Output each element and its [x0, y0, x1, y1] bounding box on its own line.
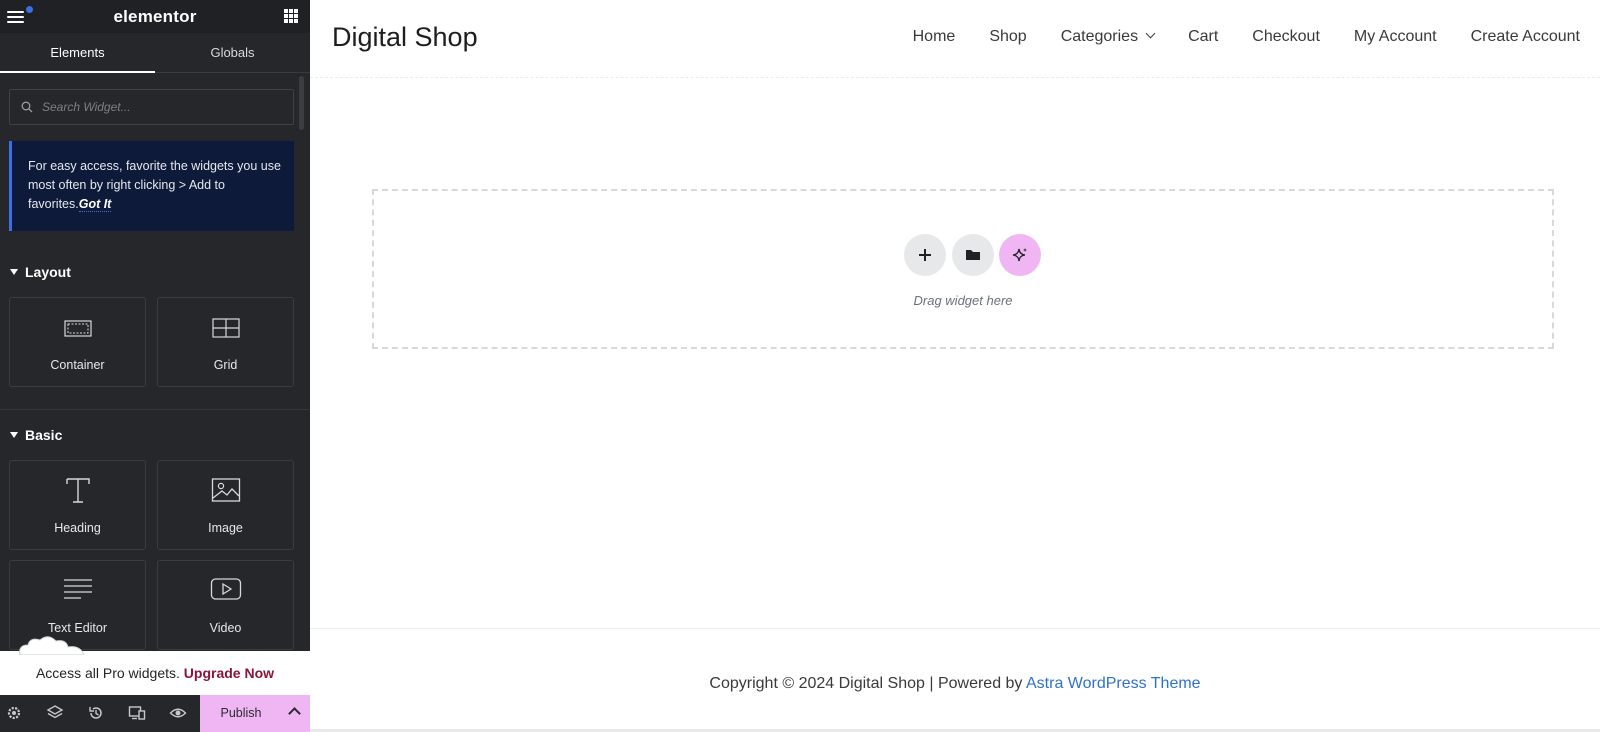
widget-heading-label: Heading [54, 521, 101, 535]
site-footer: Copyright © 2024 Digital Shop | Powered … [310, 628, 1600, 732]
nav-checkout[interactable]: Checkout [1252, 28, 1320, 46]
tab-elements[interactable]: Elements [0, 33, 155, 73]
responsive-icon[interactable] [128, 704, 146, 722]
history-icon[interactable] [87, 704, 105, 722]
nav-my-account[interactable]: My Account [1354, 28, 1437, 46]
cloud-icon [19, 636, 85, 655]
section-layout-toggle[interactable]: Layout [10, 264, 71, 280]
sparkle-icon [1012, 248, 1027, 262]
preview-canvas: Digital Shop Home Shop Categories Cart C… [310, 0, 1600, 732]
search-widget-box [9, 89, 294, 125]
panel-tabs: Elements Globals [0, 33, 310, 73]
elementor-editor: elementor Elements Globals For easy acce… [0, 0, 1600, 732]
section-basic-title: Basic [25, 427, 63, 443]
plus-icon [919, 249, 931, 261]
widget-container-label: Container [50, 358, 105, 372]
got-it-link[interactable]: Got It [78, 197, 112, 212]
widget-grid-label: Grid [213, 358, 238, 372]
chevron-up-icon [288, 707, 301, 720]
search-icon [21, 101, 33, 113]
tab-globals[interactable]: Globals [155, 33, 310, 73]
panel-header: elementor [0, 0, 310, 33]
add-template-button[interactable] [952, 234, 994, 276]
section-layout-title: Layout [25, 264, 71, 280]
caret-down-icon [10, 269, 18, 275]
site-nav: Home Shop Categories Cart Checkout My Ac… [879, 28, 1580, 46]
panel-scrollbar[interactable] [299, 76, 304, 130]
add-section-button[interactable] [904, 234, 946, 276]
nav-categories-label: Categories [1060, 28, 1139, 45]
widget-heading[interactable]: Heading [9, 460, 146, 550]
widget-text-editor-label: Text Editor [47, 621, 108, 635]
publish-options-button[interactable] [282, 695, 310, 732]
preview-icon[interactable] [169, 704, 187, 722]
search-widget-input[interactable] [42, 90, 287, 124]
video-icon [210, 578, 241, 600]
section-divider [0, 409, 310, 410]
heading-icon [65, 478, 90, 503]
publish-button[interactable]: Publish [200, 695, 282, 732]
site-header: Digital Shop Home Shop Categories Cart C… [310, 0, 1600, 78]
folder-icon [966, 250, 980, 260]
ai-generate-button[interactable] [999, 234, 1041, 276]
text-editor-icon [63, 579, 92, 599]
container-icon [63, 320, 92, 337]
nav-create-account[interactable]: Create Account [1471, 28, 1580, 46]
layers-icon[interactable] [46, 704, 64, 722]
widget-image[interactable]: Image [157, 460, 294, 550]
nav-home[interactable]: Home [913, 28, 956, 46]
footer-copyright-text: Copyright © 2024 Digital Shop | Powered … [709, 675, 1026, 692]
empty-section-dropzone[interactable]: Drag widget here [372, 189, 1554, 349]
upgrade-now-link[interactable]: Upgrade Now [184, 665, 274, 681]
nav-shop[interactable]: Shop [989, 28, 1026, 46]
pro-widgets-message: Access all Pro widgets. [35, 665, 180, 681]
site-title[interactable]: Digital Shop [332, 22, 478, 53]
nav-categories[interactable]: Categories [1060, 28, 1156, 46]
section-basic-toggle[interactable]: Basic [10, 427, 62, 443]
astra-theme-link[interactable]: Astra WordPress Theme [1026, 675, 1201, 692]
panel-footer: Publish [0, 695, 310, 732]
caret-down-icon [10, 432, 18, 438]
widget-image-label: Image [208, 521, 243, 535]
settings-icon[interactable] [5, 704, 23, 722]
widget-video-label: Video [209, 621, 242, 635]
grid-icon [211, 318, 240, 338]
favorites-tip: For easy access, favorite the widgets yo… [9, 141, 294, 231]
elementor-logo: elementor [113, 7, 197, 26]
image-icon [211, 478, 240, 502]
widget-container[interactable]: Container [9, 297, 146, 387]
widget-grid[interactable]: Grid [157, 297, 294, 387]
footer-copyright: Copyright © 2024 Digital Shop | Powered … [310, 675, 1600, 693]
apps-grid-icon[interactable] [284, 9, 298, 23]
pro-widgets-text: Access all Pro widgets. Upgrade Now [0, 665, 310, 681]
pro-widgets-bar: Access all Pro widgets. Upgrade Now [0, 636, 310, 695]
nav-cart[interactable]: Cart [1188, 28, 1218, 46]
drag-widget-label: Drag widget here [913, 293, 1013, 308]
favorites-tip-text: For easy access, favorite the widgets yo… [28, 159, 281, 211]
editor-panel: elementor Elements Globals For easy acce… [0, 0, 310, 732]
chevron-down-icon [1145, 28, 1156, 39]
widget-video[interactable]: Video [157, 560, 294, 650]
